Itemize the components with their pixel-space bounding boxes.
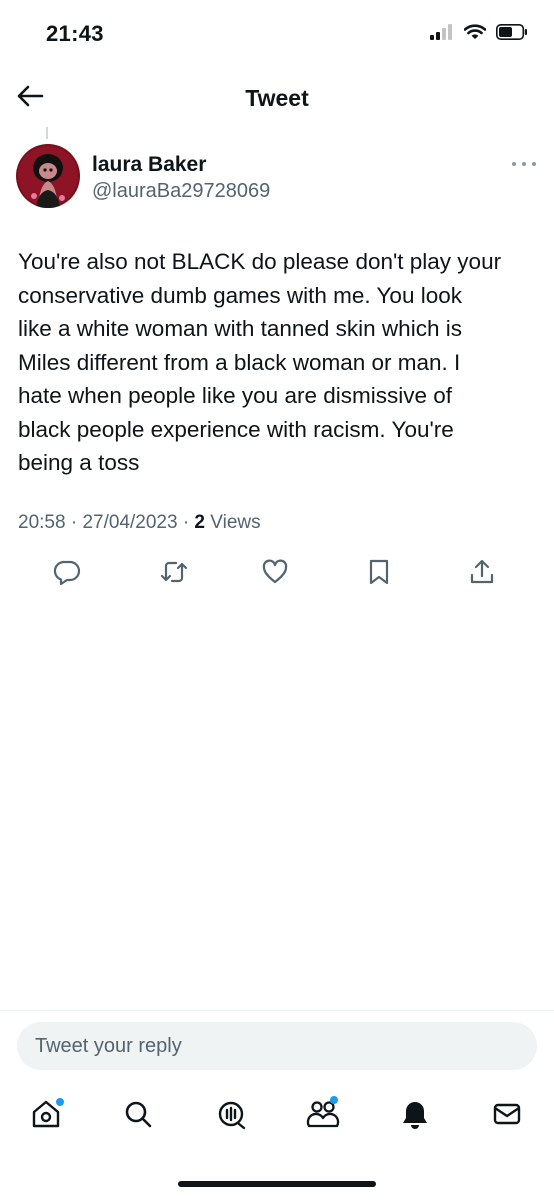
views-label[interactable]: Views <box>210 512 260 533</box>
tweet-date[interactable]: 27/04/2023 <box>82 512 177 533</box>
tweet-actions <box>0 556 554 592</box>
nav-communities[interactable] <box>303 1096 343 1136</box>
notifications-icon <box>400 1098 430 1135</box>
share-button[interactable] <box>464 556 500 592</box>
reply-placeholder: Tweet your reply <box>35 1035 182 1057</box>
thread-line <box>46 127 48 139</box>
tweet-text: You're also not BLACK do please don't pl… <box>18 249 502 475</box>
tweet-time[interactable]: 20:58 <box>18 512 66 533</box>
avatar[interactable] <box>16 144 80 208</box>
home-notification-dot <box>56 1098 64 1106</box>
like-icon <box>261 558 289 591</box>
author-display-name[interactable]: laura Baker <box>92 153 206 177</box>
reply-button[interactable] <box>49 556 85 592</box>
cellular-signal-icon <box>430 24 454 45</box>
like-button[interactable] <box>257 556 293 592</box>
status-time: 21:43 <box>46 21 104 46</box>
bookmark-button[interactable] <box>361 556 397 592</box>
retweet-icon <box>159 558 189 591</box>
meta-separator: · <box>70 512 78 533</box>
more-dot <box>512 162 516 166</box>
nav-search[interactable] <box>118 1096 158 1136</box>
battery-icon <box>496 24 528 45</box>
more-dot <box>532 162 536 166</box>
status-bar: 21:43 <box>0 0 554 70</box>
nav-notifications[interactable] <box>395 1096 435 1136</box>
messages-icon <box>491 1098 523 1135</box>
home-indicator <box>178 1181 376 1187</box>
bookmark-icon <box>366 558 392 591</box>
tweet-meta: 20:58 · 27/04/2023 · 2 Views <box>18 512 261 534</box>
reply-input[interactable]: Tweet your reply <box>17 1022 537 1070</box>
spaces-icon <box>215 1098 247 1135</box>
more-options-button[interactable] <box>512 156 536 172</box>
nav-spaces[interactable] <box>211 1096 251 1136</box>
reply-divider <box>0 1010 554 1011</box>
share-icon <box>468 558 496 591</box>
retweet-button[interactable] <box>156 556 192 592</box>
more-dot <box>522 162 526 166</box>
nav-messages[interactable] <box>487 1096 527 1136</box>
nav-home[interactable] <box>26 1096 66 1136</box>
tweet-author: laura Baker @lauraBa29728069 <box>16 144 538 214</box>
header: Tweet <box>0 70 554 126</box>
bottom-nav <box>0 1090 554 1150</box>
status-icons <box>430 24 528 45</box>
views-count[interactable]: 2 <box>194 512 205 533</box>
search-icon <box>122 1098 154 1135</box>
author-handle[interactable]: @lauraBa29728069 <box>92 180 270 203</box>
reply-icon <box>53 558 81 591</box>
communities-notification-dot <box>330 1096 338 1104</box>
wifi-icon <box>463 24 487 45</box>
meta-separator: · <box>182 512 190 533</box>
page-title: Tweet <box>245 85 309 111</box>
